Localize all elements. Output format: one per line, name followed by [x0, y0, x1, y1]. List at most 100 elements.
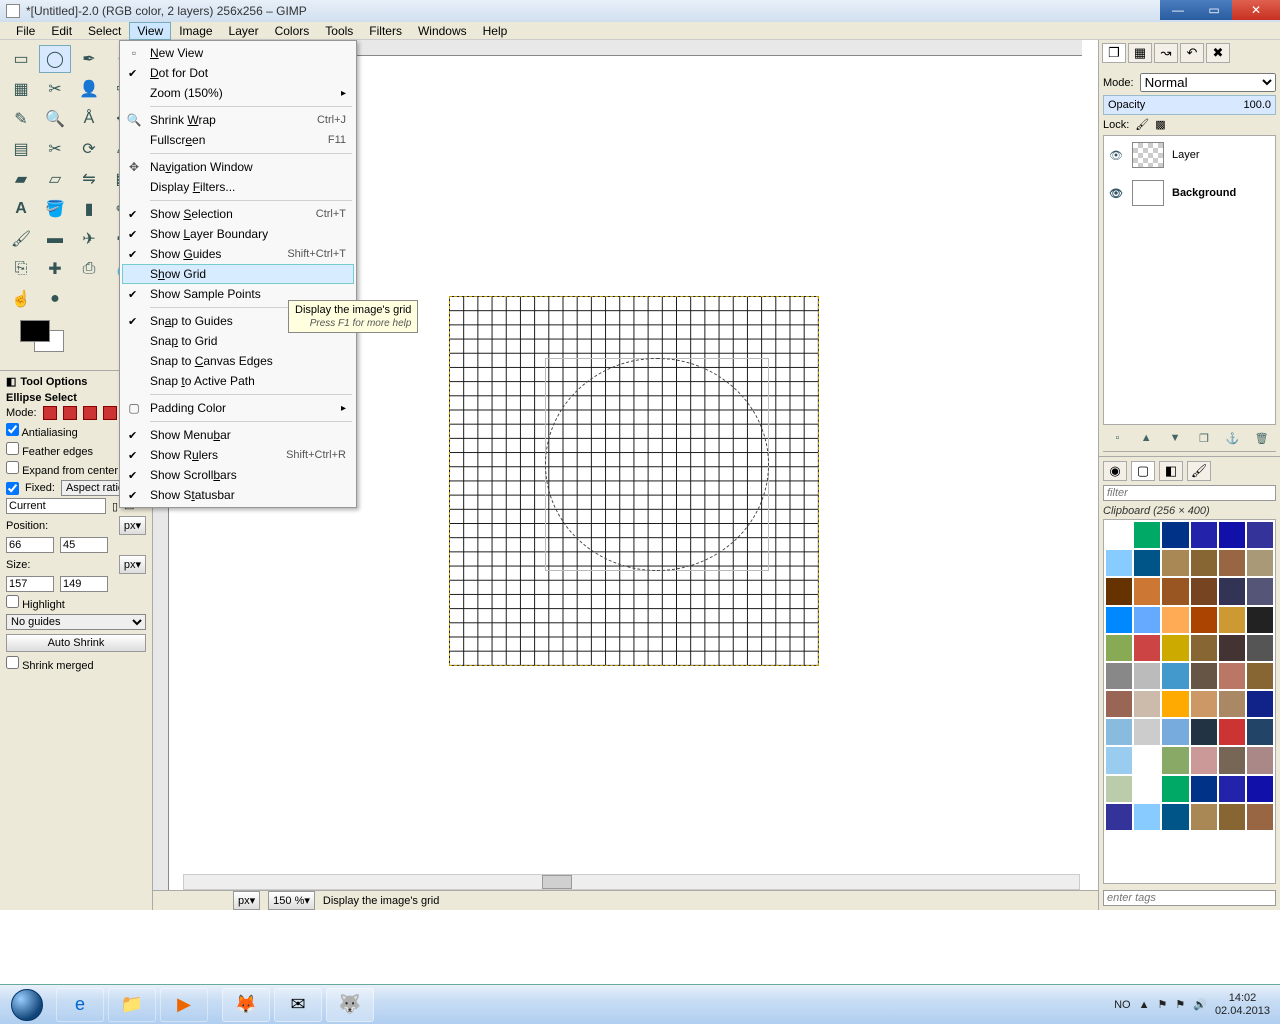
layer-down-icon[interactable]: ▼ [1166, 429, 1184, 447]
current-field[interactable] [6, 498, 106, 514]
shrink-merged-checkbox[interactable] [6, 656, 19, 669]
tool-paintbrush[interactable]: 🖌 [5, 225, 37, 253]
mode-replace[interactable] [43, 406, 57, 420]
pattern-swatch[interactable] [1134, 635, 1160, 661]
visibility-icon[interactable]: 👁 [1108, 149, 1124, 162]
pattern-filter-input[interactable] [1103, 485, 1276, 501]
pattern-swatch[interactable] [1162, 550, 1188, 576]
pattern-swatch[interactable] [1247, 691, 1273, 717]
lock-pixels-icon[interactable]: 🖌 [1135, 118, 1149, 131]
pattern-swatch[interactable] [1191, 607, 1217, 633]
menu-show-selection[interactable]: ✔Show SelectionCtrl+T [122, 204, 354, 224]
maximize-button[interactable]: ▭ [1196, 0, 1232, 20]
menu-show-guides[interactable]: ✔Show GuidesShift+Ctrl+T [122, 244, 354, 264]
blend-mode-select[interactable]: Normal [1140, 73, 1276, 92]
start-button[interactable] [0, 985, 54, 1025]
tab-histogram[interactable]: ✖ [1206, 43, 1230, 63]
tab-undo[interactable]: ↶ [1180, 43, 1204, 63]
orient-port-icon[interactable]: ▯ [112, 500, 118, 513]
pattern-swatch[interactable] [1191, 747, 1217, 773]
expand-checkbox[interactable] [6, 461, 19, 474]
pattern-swatch[interactable] [1219, 578, 1245, 604]
layer-row[interactable]: 👁 Background [1104, 174, 1275, 212]
menu-padding-color[interactable]: ▢Padding Color▸ [122, 398, 354, 418]
pattern-swatch[interactable] [1191, 804, 1217, 830]
pattern-swatch[interactable] [1106, 607, 1132, 633]
feather-checkbox[interactable] [6, 442, 19, 455]
fixed-checkbox[interactable] [6, 482, 19, 495]
tool-eraser[interactable]: ▬ [39, 225, 71, 253]
pattern-swatch[interactable] [1162, 691, 1188, 717]
pos-unit[interactable]: px▾ [119, 516, 146, 535]
tray-clock[interactable]: 14:02 02.04.2013 [1215, 992, 1270, 1016]
menu-windows[interactable]: Windows [410, 22, 475, 40]
tool-bucket[interactable]: 🪣 [39, 195, 71, 223]
mode-intersect[interactable] [103, 406, 117, 420]
tool-rotate[interactable]: ⟳ [73, 135, 105, 163]
task-gimp[interactable]: 🐺 [326, 988, 374, 1022]
pattern-swatch[interactable] [1162, 663, 1188, 689]
task-explorer[interactable]: 📁 [108, 988, 156, 1022]
task-outlook[interactable]: ✉ [274, 988, 322, 1022]
pattern-swatch[interactable] [1247, 607, 1273, 633]
pattern-swatch[interactable] [1219, 776, 1245, 802]
menu-filters[interactable]: Filters [361, 22, 410, 40]
pattern-swatch[interactable] [1134, 776, 1160, 802]
menu-edit[interactable]: Edit [43, 22, 80, 40]
tool-align[interactable]: ▤ [5, 135, 37, 163]
tool-shear[interactable]: ▰ [5, 165, 37, 193]
pattern-swatch[interactable] [1162, 776, 1188, 802]
tool-text[interactable]: A [5, 195, 37, 223]
pattern-swatch[interactable] [1191, 691, 1217, 717]
layer-up-icon[interactable]: ▲ [1137, 429, 1155, 447]
tool-measure[interactable]: Å [73, 105, 105, 133]
pattern-swatch[interactable] [1219, 691, 1245, 717]
layer-dup-icon[interactable]: ❐ [1195, 429, 1213, 447]
menu-show-rulers[interactable]: ✔Show RulersShift+Ctrl+R [122, 445, 354, 465]
pattern-swatch[interactable] [1106, 663, 1132, 689]
menu-dot-for-dot[interactable]: ✔Dot for Dot [122, 63, 354, 83]
pattern-swatch[interactable] [1134, 663, 1160, 689]
tool-smudge[interactable]: ☝ [5, 285, 37, 313]
menu-snap-path[interactable]: Snap to Active Path [122, 371, 354, 391]
tool-perspective[interactable]: ▱ [39, 165, 71, 193]
pattern-swatch[interactable] [1219, 550, 1245, 576]
lock-alpha-icon[interactable]: ▩ [1155, 118, 1165, 131]
tray-lang[interactable]: NO [1114, 999, 1131, 1011]
pattern-swatch[interactable] [1191, 719, 1217, 745]
pattern-swatch[interactable] [1162, 719, 1188, 745]
pattern-swatch[interactable] [1191, 550, 1217, 576]
tool-clone[interactable]: ⎘ [5, 255, 37, 283]
pos-y-field[interactable] [60, 537, 108, 553]
pattern-swatch[interactable] [1219, 719, 1245, 745]
pattern-swatch[interactable] [1191, 578, 1217, 604]
size-w-field[interactable] [6, 576, 54, 592]
layer-anchor-icon[interactable]: ⚓ [1224, 429, 1242, 447]
guides-select[interactable]: No guides [6, 614, 146, 630]
tray-flag-icon[interactable]: ▲ [1139, 999, 1150, 1011]
pattern-swatch[interactable] [1191, 663, 1217, 689]
tray-network-icon[interactable]: ⚑ [1175, 998, 1185, 1011]
tab-gradients[interactable]: ◧ [1159, 461, 1183, 481]
pattern-swatch[interactable] [1247, 578, 1273, 604]
pattern-swatch[interactable] [1219, 747, 1245, 773]
tool-foreground[interactable]: 👤 [73, 75, 105, 103]
menu-image[interactable]: Image [171, 22, 220, 40]
task-firefox[interactable]: 🦊 [222, 988, 270, 1022]
menu-tools[interactable]: Tools [317, 22, 361, 40]
pattern-swatch[interactable] [1106, 776, 1132, 802]
tool-airbrush[interactable]: ✈ [73, 225, 105, 253]
menu-fullscreen[interactable]: FullscreenF11 [122, 130, 354, 150]
mode-add[interactable] [63, 406, 77, 420]
pattern-grid[interactable] [1103, 519, 1276, 884]
status-zoom[interactable]: 150 %▾ [268, 891, 315, 910]
tab-fonts[interactable]: 🖌 [1187, 461, 1211, 481]
menu-layer[interactable]: Layer [221, 22, 267, 40]
opacity-value[interactable]: 100.0 [1243, 99, 1271, 111]
menu-select[interactable]: Select [80, 22, 129, 40]
pattern-swatch[interactable] [1247, 550, 1273, 576]
pattern-swatch[interactable] [1162, 522, 1188, 548]
task-ie[interactable]: e [56, 988, 104, 1022]
layer-delete-icon[interactable]: 🗑 [1253, 429, 1271, 447]
tool-dodge[interactable]: ● [39, 285, 71, 313]
